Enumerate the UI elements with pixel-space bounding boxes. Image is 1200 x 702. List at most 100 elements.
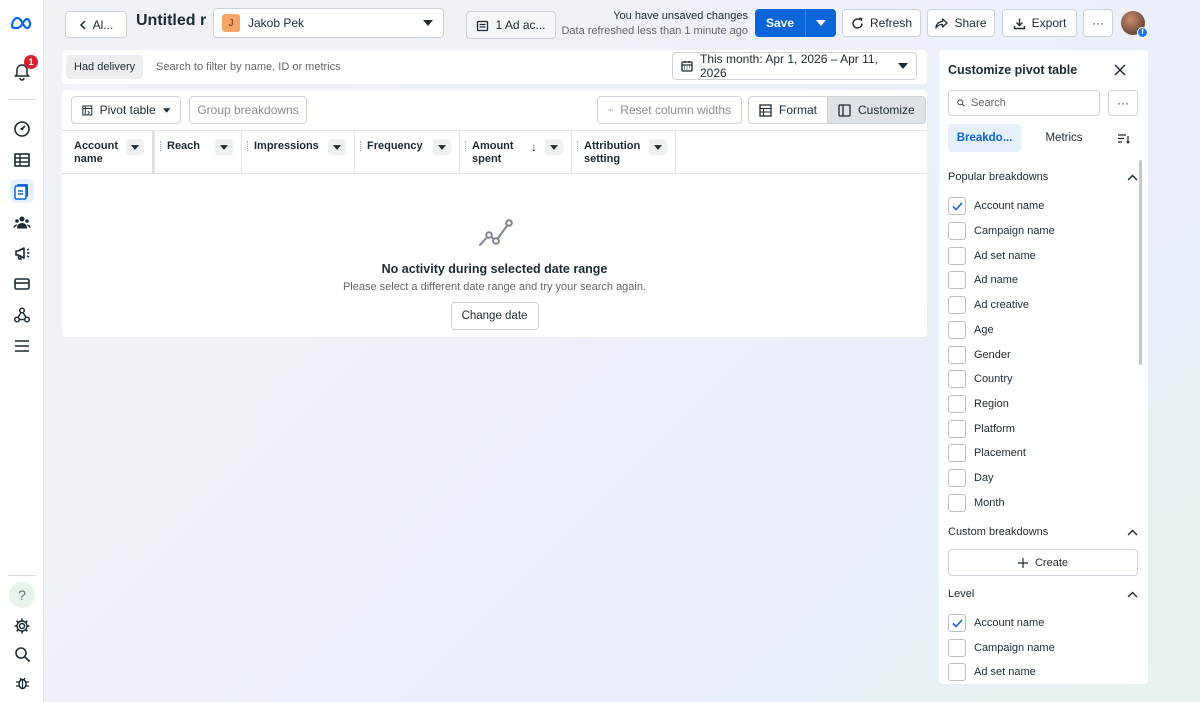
checkbox[interactable] (948, 395, 966, 413)
level-option-campaign-name[interactable]: Campaign name (948, 639, 1055, 657)
side-search-field[interactable] (948, 90, 1100, 116)
checkbox[interactable] (948, 614, 966, 632)
had-delivery-filter-chip[interactable]: Had delivery (66, 55, 144, 79)
breakdown-option-ad-creative[interactable]: Ad creative (948, 296, 1029, 314)
notifications-bell-icon[interactable]: 1 (10, 55, 38, 84)
breakdown-option-account-name[interactable]: Account name (948, 197, 1044, 215)
checkbox[interactable] (948, 639, 966, 657)
breakdown-option-ad-set-name[interactable]: Ad set name (948, 247, 1036, 265)
meta-logo-icon[interactable] (10, 11, 34, 35)
back-to-all-reports-button[interactable]: Al... (65, 11, 127, 38)
column-drag-handle[interactable] (577, 141, 579, 151)
sort-options-icon[interactable] (1113, 124, 1133, 152)
filter-search-input[interactable] (156, 55, 656, 79)
breakdown-option-ad-name[interactable]: Ad name (948, 271, 1018, 289)
tab-breakdowns[interactable]: Breakdo... (948, 124, 1021, 152)
tab-metrics[interactable]: Metrics (1037, 124, 1091, 152)
breakdown-option-month[interactable]: Month (948, 494, 1005, 512)
help-icon[interactable]: ? (9, 582, 35, 608)
breakdown-option-gender[interactable]: Gender (948, 346, 1011, 364)
checkbox[interactable] (948, 222, 966, 240)
column-menu-caret-icon[interactable] (215, 139, 233, 155)
billing-card-icon[interactable] (10, 272, 34, 296)
level-option-ad-set-name[interactable]: Ad set name (948, 663, 1036, 681)
reset-column-widths-button[interactable]: Reset column widths (597, 96, 742, 124)
column-drag-handle[interactable] (360, 141, 362, 151)
report-title[interactable]: Untitled r (136, 12, 206, 30)
checkbox[interactable] (948, 321, 966, 339)
create-label: Create (1034, 556, 1069, 569)
checkbox[interactable] (948, 494, 966, 512)
checkbox[interactable] (948, 663, 966, 681)
custom-breakdowns-header[interactable]: Custom breakdowns (948, 526, 1138, 538)
column-header-frequency[interactable]: Frequency (355, 131, 460, 174)
checkbox[interactable] (948, 469, 966, 487)
campaigns-megaphone-icon[interactable] (10, 241, 34, 265)
checkbox[interactable] (948, 247, 966, 265)
share-button[interactable]: Share (927, 9, 995, 37)
breakdown-option-day[interactable]: Day (948, 469, 994, 487)
column-header-reach[interactable]: Reach (155, 131, 242, 174)
account-selector[interactable]: J Jakob Pek (213, 8, 444, 38)
column-header-impressions[interactable]: Impressions (242, 131, 355, 174)
checkbox[interactable] (948, 271, 966, 289)
column-menu-caret-icon[interactable] (126, 139, 144, 155)
date-range-picker[interactable]: This month: Apr 1, 2026 – Apr 11, 2026 (672, 52, 917, 80)
column-menu-caret-icon[interactable] (433, 139, 451, 155)
column-header-attribution-setting[interactable]: Attribution setting (572, 131, 676, 174)
export-button[interactable]: Export (1002, 9, 1077, 37)
ad-accounts-button[interactable]: 1 Ad ac... (466, 11, 556, 39)
side-panel-scrollbar[interactable] (1139, 160, 1142, 365)
sort-descending-icon[interactable]: ↓ (531, 141, 537, 154)
checkbox[interactable] (948, 420, 966, 438)
checkbox[interactable] (948, 346, 966, 364)
breakdown-option-platform[interactable]: Platform (948, 420, 1015, 438)
breakdown-option-region[interactable]: Region (948, 395, 1009, 413)
checkbox[interactable] (948, 444, 966, 462)
group-breakdowns-button[interactable]: Group breakdowns (189, 96, 307, 124)
dashboard-gauge-icon[interactable] (10, 117, 34, 141)
save-options-dropdown[interactable] (805, 9, 836, 37)
column-drag-handle[interactable] (247, 141, 249, 151)
level-section-header[interactable]: Level (948, 588, 1138, 600)
all-tools-menu-icon[interactable] (10, 334, 34, 358)
create-breakdown-button[interactable]: Create (948, 549, 1138, 576)
column-header-amount-spent[interactable]: Amount spent ↓ (460, 131, 572, 174)
breakdown-option-country[interactable]: Country (948, 370, 1013, 388)
save-button[interactable]: Save (755, 9, 805, 37)
close-icon[interactable] (1111, 61, 1129, 79)
customize-button[interactable]: Customize (827, 97, 925, 123)
checkbox[interactable] (948, 296, 966, 314)
settings-gear-icon[interactable] (10, 614, 34, 638)
column-header-account-name[interactable]: Account name (62, 131, 155, 174)
table-icon[interactable] (10, 148, 34, 172)
pivot-table-view-dropdown[interactable]: Pivot table (71, 96, 181, 124)
search-icon[interactable] (10, 642, 34, 666)
reports-icon[interactable] (10, 179, 34, 203)
column-label: Attribution setting (584, 140, 641, 165)
column-drag-handle[interactable] (465, 141, 467, 151)
report-bug-icon[interactable] (10, 670, 34, 694)
more-options-button[interactable]: ··· (1083, 9, 1113, 37)
level-option-account-name[interactable]: Account name (948, 614, 1044, 632)
refresh-button[interactable]: Refresh (842, 9, 921, 37)
events-manager-icon[interactable] (10, 303, 34, 327)
column-menu-caret-icon[interactable] (545, 139, 563, 155)
popular-breakdowns-header[interactable]: Popular breakdowns (948, 171, 1138, 183)
side-search-input[interactable] (971, 97, 1091, 109)
breakdown-option-placement[interactable]: Placement (948, 444, 1026, 462)
column-menu-caret-icon[interactable] (328, 139, 346, 155)
format-button[interactable]: Format (749, 97, 827, 123)
data-refreshed-text: Data refreshed less than 1 minute ago (561, 25, 748, 37)
breakdown-option-age[interactable]: Age (948, 321, 994, 339)
column-drag-handle[interactable] (160, 141, 162, 151)
checkbox[interactable] (948, 197, 966, 215)
change-date-button[interactable]: Change date (450, 302, 539, 330)
side-more-options-button[interactable]: ··· (1108, 90, 1138, 116)
audiences-people-icon[interactable] (10, 210, 34, 234)
checkbox[interactable] (948, 370, 966, 388)
breakdown-option-campaign-name[interactable]: Campaign name (948, 222, 1055, 240)
profile-avatar[interactable]: f (1121, 11, 1148, 38)
column-menu-caret-icon[interactable] (649, 139, 667, 155)
column-resize-icon (608, 108, 614, 112)
